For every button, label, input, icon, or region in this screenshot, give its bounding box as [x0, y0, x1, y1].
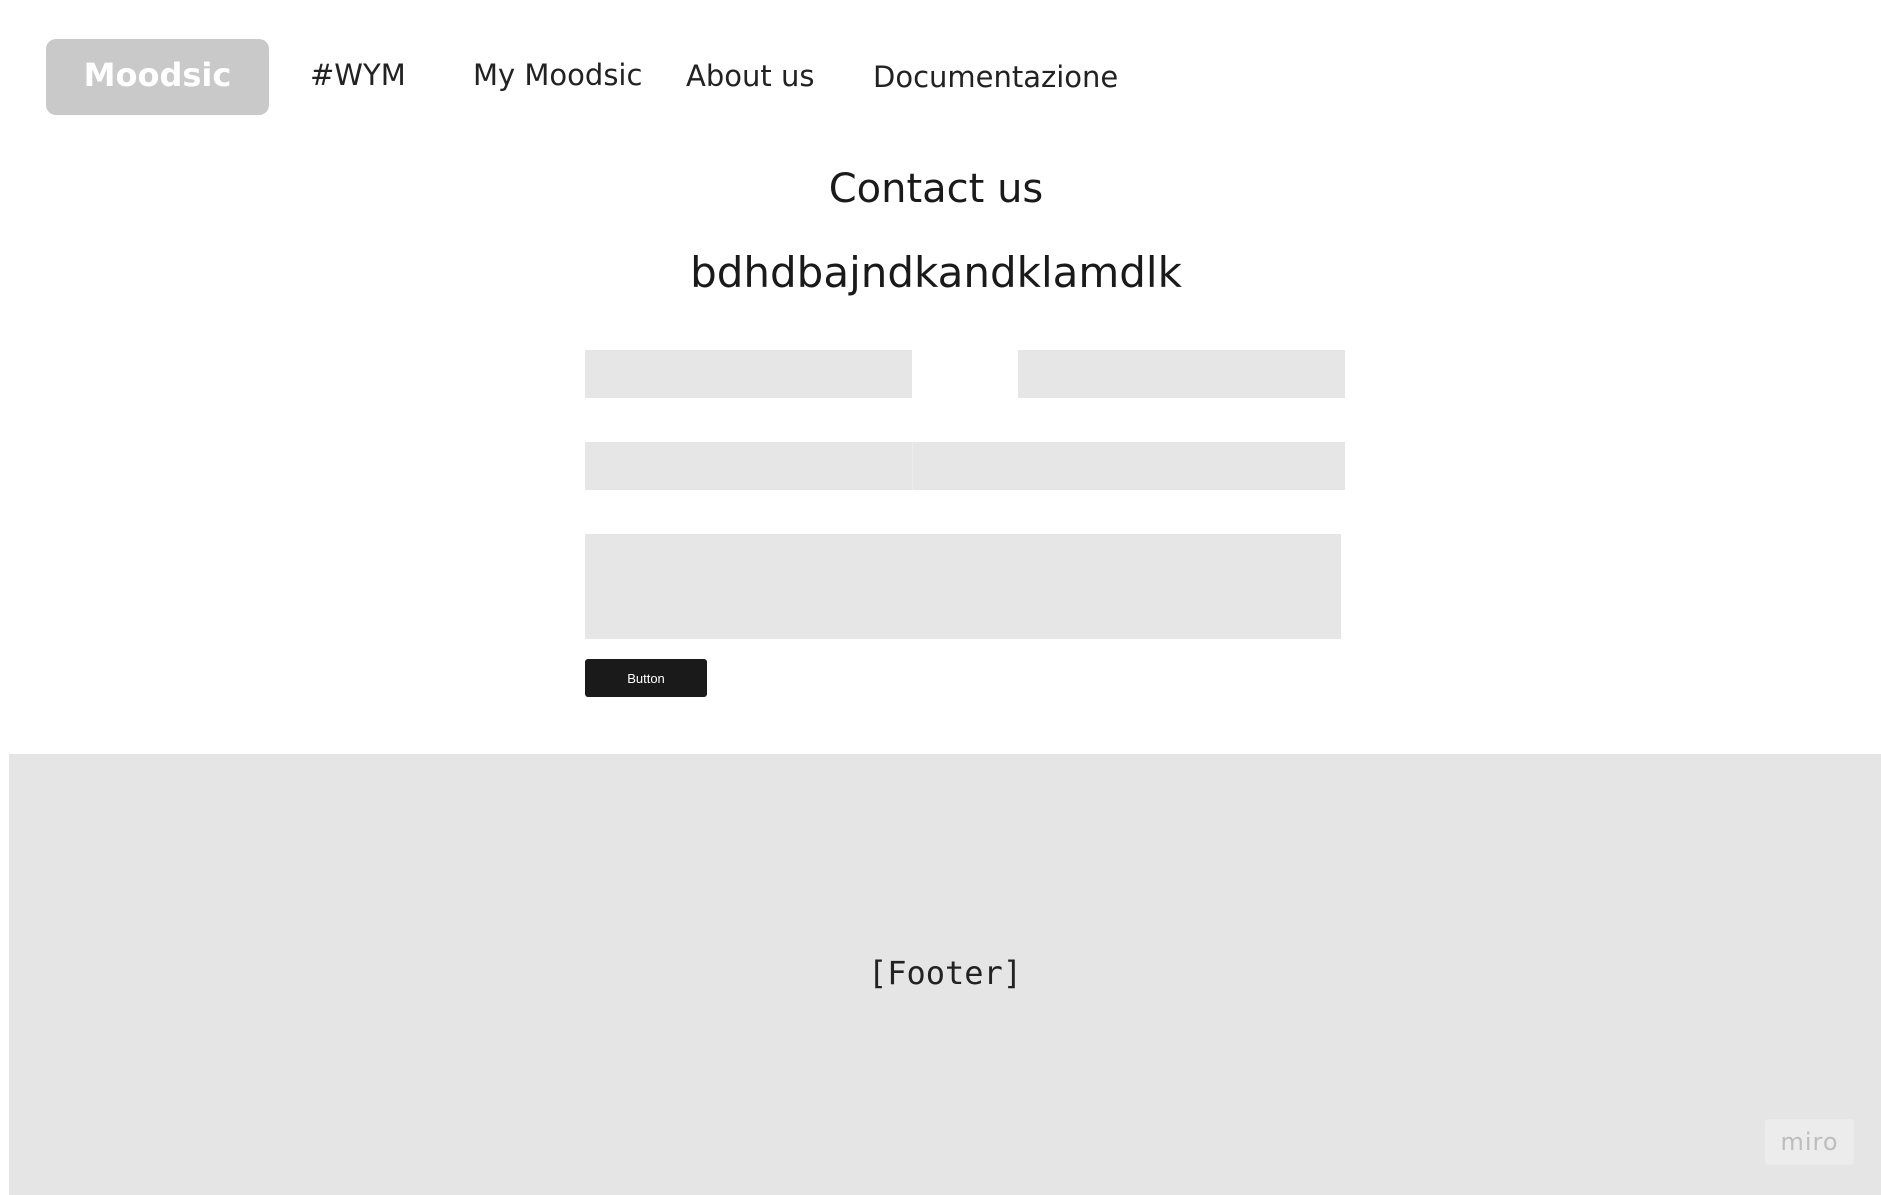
footer-placeholder-text: [Footer]	[867, 954, 1023, 992]
message-textarea[interactable]	[585, 534, 1341, 639]
submit-button[interactable]: Button	[585, 659, 707, 697]
contact-field-1[interactable]	[585, 350, 912, 398]
footer: [Footer] miro	[9, 754, 1881, 1195]
logo-button[interactable]: Moodsic	[46, 39, 269, 115]
contact-field-3[interactable]	[585, 442, 1345, 490]
page-title: Contact us	[828, 166, 1044, 212]
field-divider	[912, 442, 913, 490]
nav-link-my-moodsic[interactable]: My Moodsic	[473, 58, 642, 92]
contact-page: Moodsic #WYM My Moodsic About us Documen…	[0, 0, 1881, 1195]
nav-link-documentazione[interactable]: Documentazione	[873, 60, 1118, 94]
nav-link-about-us[interactable]: About us	[686, 59, 814, 93]
page-subtitle: bdhdbajndkandklamdlk	[690, 248, 1182, 297]
miro-badge: miro	[1765, 1119, 1854, 1165]
nav-link-wym[interactable]: #WYM	[310, 58, 406, 92]
contact-field-2[interactable]	[1018, 350, 1345, 398]
